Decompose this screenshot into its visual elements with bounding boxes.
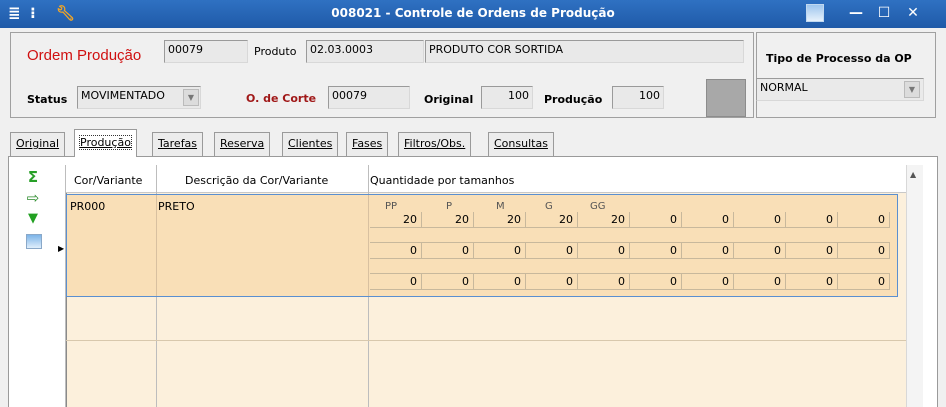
tab-reserva[interactable]: Reserva	[214, 132, 271, 156]
quantity-cell[interactable]: 0	[474, 274, 526, 290]
quantity-cell[interactable]: 0	[682, 212, 734, 228]
quantity-spacer	[370, 259, 890, 274]
minimize-button[interactable]: —	[843, 3, 869, 23]
chevron-down-icon[interactable]: ▼	[904, 81, 920, 98]
size-label: M	[496, 201, 505, 212]
quantity-cell[interactable]: 0	[526, 274, 578, 290]
corte-label: O. de Corte	[246, 92, 317, 105]
expand-down-icon[interactable]: ▼	[23, 210, 43, 228]
row-indicator-column	[54, 165, 66, 407]
quantity-cell[interactable]: 20	[422, 212, 474, 228]
quantity-cell[interactable]: 0	[370, 243, 422, 259]
tipo-processo-label: Tipo de Processo da OP	[766, 52, 912, 65]
produto-desc-field[interactable]: PRODUTO COR SORTIDA	[425, 40, 744, 63]
column-header-descricao[interactable]: Descrição da Cor/Variante	[185, 174, 328, 187]
quantity-row: 0 0 0 0 0 0 0 0 0 0	[370, 243, 890, 259]
maximize-button[interactable]: ☐	[871, 3, 897, 23]
process-type-panel	[756, 32, 936, 118]
color-swatch[interactable]	[706, 79, 746, 117]
quantity-cell[interactable]: 0	[786, 243, 838, 259]
quantity-cell[interactable]: 0	[734, 212, 786, 228]
close-button[interactable]: ✕	[900, 3, 926, 23]
current-row-marker-icon: ▶	[58, 244, 65, 253]
original-label: Original	[424, 93, 474, 106]
size-label: P	[446, 201, 453, 212]
quantity-cell[interactable]: 0	[422, 274, 474, 290]
quantity-cell[interactable]: 0	[838, 243, 890, 259]
tab-consultas[interactable]: Consultas	[488, 132, 554, 156]
quantity-cell[interactable]: 0	[682, 274, 734, 290]
producao-field[interactable]: 100	[612, 86, 664, 109]
quantity-cell[interactable]: 0	[734, 243, 786, 259]
quantity-cell[interactable]: 0	[630, 243, 682, 259]
quantity-cell[interactable]: 0	[578, 243, 630, 259]
size-label: GG	[590, 201, 606, 212]
image-icon[interactable]	[26, 234, 42, 249]
quantity-cell[interactable]: 0	[370, 274, 422, 290]
cell-divider	[156, 195, 157, 296]
quantity-row: 0 0 0 0 0 0 0 0 0 0	[370, 274, 890, 290]
export-icon[interactable]: ⇨	[23, 189, 43, 207]
produto-label: Produto	[254, 45, 297, 58]
quantity-cell[interactable]: 0	[630, 274, 682, 290]
quantity-cell[interactable]: 20	[526, 212, 578, 228]
quantity-row: 20 20 20 20 20 0 0 0 0 0	[370, 212, 890, 228]
tab-fases[interactable]: Fases	[346, 132, 389, 156]
quantity-spacer	[370, 228, 890, 243]
quantity-cell[interactable]: 0	[786, 274, 838, 290]
tab-clientes[interactable]: Clientes	[282, 132, 339, 156]
original-field[interactable]: 100	[481, 86, 533, 109]
cell-divider	[368, 195, 369, 296]
quantity-cell[interactable]: 0	[630, 212, 682, 228]
cell-descricao[interactable]: PRETO	[158, 200, 195, 213]
quantity-cell[interactable]: 0	[474, 243, 526, 259]
scroll-up-icon[interactable]: ▲	[910, 170, 916, 179]
tab-producao[interactable]: Produção	[74, 129, 137, 157]
quantity-cell[interactable]: 0	[734, 274, 786, 290]
quantity-cell[interactable]: 20	[474, 212, 526, 228]
chevron-down-icon[interactable]: ▼	[183, 89, 199, 106]
title-bar: ≣ ⁝ 🔧︎ 008021 - Controle de Ordens de Pr…	[0, 0, 946, 28]
quantity-matrix: 20 20 20 20 20 0 0 0 0 0 0 0 0 0 0 0 0 0…	[370, 212, 890, 290]
tipo-processo-select[interactable]: NORMAL	[756, 78, 924, 101]
size-label: PP	[385, 201, 398, 212]
column-header-cor[interactable]: Cor/Variante	[74, 174, 142, 187]
ordem-label: Ordem Produção	[27, 47, 142, 64]
column-header-quantidade[interactable]: Quantidade por tamanhos	[370, 174, 514, 187]
ordem-field[interactable]: 00079	[164, 40, 248, 63]
quantity-cell[interactable]: 20	[578, 212, 630, 228]
quantity-cell[interactable]: 0	[786, 212, 838, 228]
quantity-cell[interactable]: 0	[578, 274, 630, 290]
picture-icon[interactable]	[806, 4, 824, 22]
tab-tarefas[interactable]: Tarefas	[152, 132, 204, 156]
size-label: G	[545, 201, 553, 212]
vertical-scrollbar[interactable]	[906, 165, 923, 407]
quantity-cell[interactable]: 0	[682, 243, 734, 259]
quantity-cell[interactable]: 0	[838, 274, 890, 290]
quantity-cell[interactable]: 0	[838, 212, 890, 228]
status-label: Status	[27, 93, 68, 106]
window-title: 008021 - Controle de Ordens de Produção	[331, 6, 615, 20]
quantity-cell[interactable]: 0	[526, 243, 578, 259]
tab-filtros[interactable]: Filtros/Obs.	[398, 132, 472, 156]
cell-cor[interactable]: PR000	[70, 200, 105, 213]
row-divider	[66, 340, 906, 341]
quantity-cell[interactable]: 0	[422, 243, 474, 259]
produto-code-field[interactable]: 02.03.0003	[306, 40, 424, 63]
corte-field[interactable]: 00079	[328, 86, 410, 109]
sigma-icon[interactable]: Σ	[23, 168, 43, 186]
tab-original[interactable]: Original	[10, 132, 66, 156]
producao-label: Produção	[544, 93, 603, 106]
quantity-cell[interactable]: 20	[370, 212, 422, 228]
